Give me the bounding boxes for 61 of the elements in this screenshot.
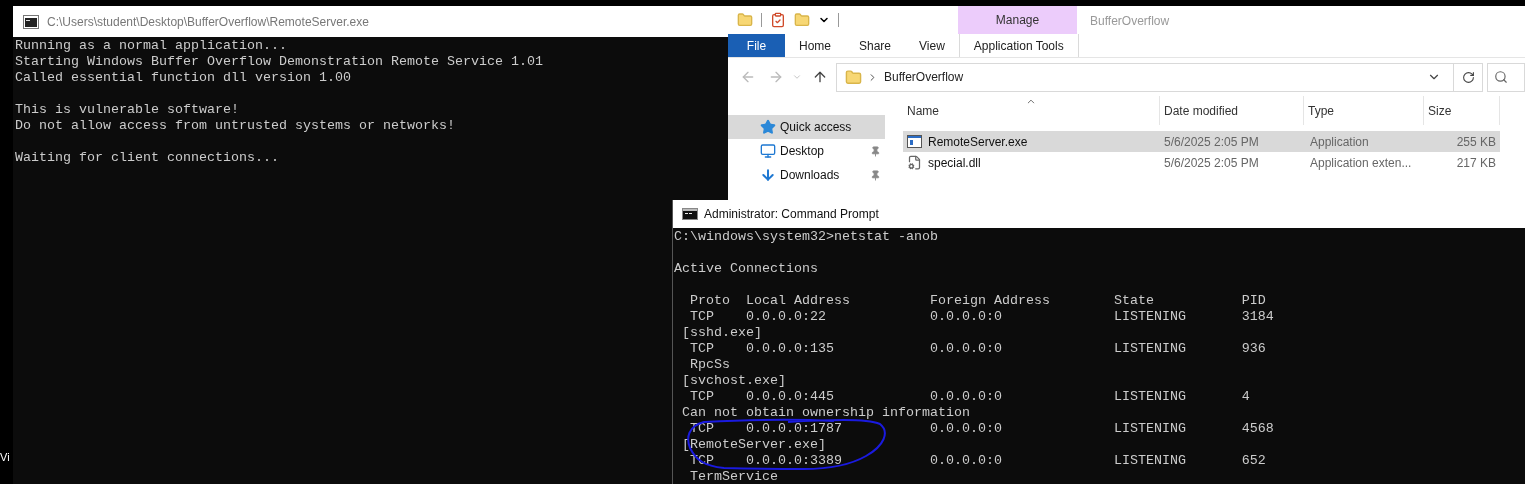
search-icon <box>1494 70 1508 84</box>
ribbon-tab[interactable]: Home <box>785 34 845 57</box>
properties-check-icon[interactable] <box>770 12 786 28</box>
window-title: Administrator: Command Prompt <box>704 206 879 223</box>
settings-file-icon <box>907 155 922 170</box>
ribbon-tab[interactable]: Share <box>845 34 906 57</box>
nav-pane-label: Quick access <box>780 119 852 136</box>
search-field[interactable] <box>1487 62 1525 92</box>
column-header[interactable]: Type <box>1304 96 1424 125</box>
file-size: 255 KB <box>1455 133 1497 151</box>
console-text-line: Waiting for client connections... <box>15 150 279 166</box>
console-text-line: Starting Windows Buffer Overflow Demonstration Remote Service 1.01 <box>15 54 543 70</box>
folder-icon[interactable] <box>737 12 753 28</box>
console-text-line: This is vulnerable software! <box>15 102 239 118</box>
console-text-line: Proto Local Address Foreign Address State PID <box>689 293 1266 309</box>
console-text-line: TCP 0.0.0.0:445 0.0.0.0:0 LISTENING 4 <box>689 389 1250 405</box>
application-file-icon <box>907 135 922 148</box>
console-text-line: Do not allow access from untrusted systems or networks! <box>15 118 455 134</box>
nav-pane-item[interactable]: Quick access <box>728 115 885 139</box>
ribbon-tab[interactable]: File <box>728 34 785 57</box>
console-text-line: Called essential function dll version 1.00 <box>15 70 351 86</box>
nav-pane-label: Desktop <box>780 143 825 160</box>
file-row[interactable]: RemoteServer.exe 5/6/2025 2:05 PM Application 255 KB <box>903 131 1500 152</box>
console-text-line: TermService <box>689 469 778 484</box>
console-text-line: RpcSs <box>689 357 730 373</box>
new-folder-icon[interactable] <box>794 12 810 28</box>
address-bar[interactable]: BufferOverflow <box>836 62 1483 92</box>
desktop-icon-label: Vi <box>0 450 10 465</box>
console-text-line: [sshd.exe] <box>681 325 762 341</box>
star-icon <box>760 119 776 135</box>
download-arrow-icon <box>760 167 776 183</box>
console-text-line: TCP 0.0.0.0:135 0.0.0.0:0 LISTENING 936 <box>689 341 1266 357</box>
file-type: Application exten... <box>1309 154 1413 172</box>
address-path[interactable]: BufferOverflow <box>884 68 964 86</box>
file-name: RemoteServer.exe <box>928 133 1028 151</box>
file-name: special.dll <box>928 154 981 172</box>
column-header[interactable]: Size <box>1424 96 1500 125</box>
recent-locations-icon[interactable] <box>792 72 802 82</box>
console-text-line: Active Connections <box>674 261 818 277</box>
ribbon-tab[interactable]: View <box>905 34 959 57</box>
window-title: BufferOverflow <box>1090 13 1170 30</box>
file-date: 5/6/2025 2:05 PM <box>1163 154 1260 172</box>
console-text-line: Can not obtain ownership information <box>681 405 970 421</box>
column-header[interactable]: Date modified <box>1160 96 1304 125</box>
command-prompt-icon <box>682 208 698 220</box>
context-tab-group-header: Manage <box>958 6 1077 34</box>
file-size: 217 KB <box>1455 154 1497 172</box>
column-header[interactable]: Name <box>903 96 1160 125</box>
console-text-line: Running as a normal application... <box>15 38 287 54</box>
file-type: Application <box>1309 133 1370 151</box>
desktop-monitor-icon <box>760 143 776 159</box>
file-date: 5/6/2025 2:05 PM <box>1163 133 1260 151</box>
up-arrow-icon[interactable] <box>812 69 828 85</box>
refresh-icon <box>1461 70 1475 84</box>
console-text-line: C:\windows\system32>netstat -anob <box>674 229 938 245</box>
console-text-line: TCP 0.0.0.0:22 0.0.0.0:0 LISTENING 3184 <box>689 309 1274 325</box>
console-app-icon <box>23 14 39 29</box>
console-text-line: [svchost.exe] <box>681 373 786 389</box>
nav-pane-label: Downloads <box>780 167 840 184</box>
window-title: C:\Users\student\Desktop\BufferOverflow\RemoteServer.exe <box>47 13 369 31</box>
folder-icon <box>845 68 862 86</box>
